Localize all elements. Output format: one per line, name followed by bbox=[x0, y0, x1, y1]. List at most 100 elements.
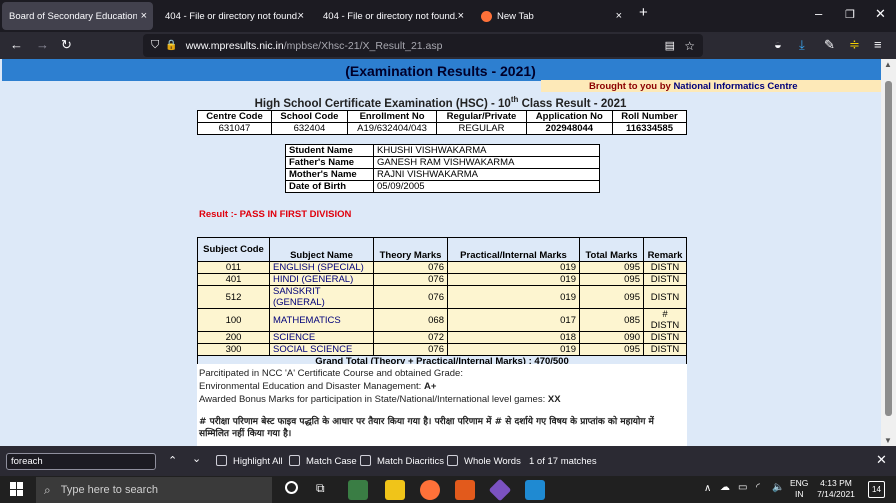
theory-marks: 076 bbox=[373, 273, 448, 286]
subject-code: 100 bbox=[197, 308, 270, 332]
extension-2-icon[interactable]: ≑ bbox=[849, 37, 860, 53]
pocket-icon[interactable]: ◒ bbox=[774, 37, 782, 53]
clock-date: 7/14/2021 bbox=[817, 489, 855, 499]
tab-new-tab[interactable]: New Tab × bbox=[474, 2, 628, 30]
whole-words-checkbox[interactable] bbox=[447, 455, 458, 466]
forward-arrow-icon[interactable]: → bbox=[36, 37, 49, 53]
vertical-scrollbar[interactable]: ▲ ▼ bbox=[881, 59, 896, 446]
tab-title: Board of Secondary Education, Mad bbox=[9, 10, 137, 22]
windows-taskbar: ⌕ Type here to search ⧉ ∧ ☁ ▭ ◜ 🔈 ENG IN… bbox=[0, 476, 896, 503]
scroll-up-icon[interactable]: ▲ bbox=[884, 60, 892, 69]
tray-overflow-icon[interactable]: ∧ bbox=[704, 483, 711, 494]
remark: DISTN bbox=[643, 331, 687, 344]
restore-icon[interactable]: ❐ bbox=[845, 8, 855, 21]
language-indicator[interactable]: ENG IN bbox=[790, 478, 808, 500]
father-name-label: Father's Name bbox=[285, 156, 374, 169]
find-next-icon[interactable]: ⌄ bbox=[192, 452, 201, 465]
tab-404-1[interactable]: 404 - File or directory not found. × bbox=[158, 2, 310, 30]
col-remark: Remark bbox=[643, 237, 687, 262]
bonus-note: Awarded Bonus Marks for participation in… bbox=[199, 393, 685, 406]
col-total-marks: Total Marks bbox=[579, 237, 644, 262]
practical-marks: 019 bbox=[447, 273, 580, 286]
student-name-label: Student Name bbox=[285, 144, 374, 157]
menu-hamburger-icon[interactable]: ≡ bbox=[874, 37, 882, 53]
match-case-label[interactable]: Match Case bbox=[306, 456, 357, 467]
highlight-all-checkbox[interactable] bbox=[216, 455, 227, 466]
volume-icon[interactable]: 🔈 bbox=[772, 482, 784, 493]
taskbar-search[interactable]: ⌕ Type here to search bbox=[36, 477, 272, 503]
bookmark-star-icon[interactable]: ☆ bbox=[684, 39, 695, 53]
practical-marks: 017 bbox=[447, 308, 580, 332]
wifi-icon[interactable]: ◜ bbox=[756, 482, 760, 493]
subject-name: HINDI (GENERAL) bbox=[269, 273, 374, 286]
find-close-icon[interactable]: ✕ bbox=[876, 452, 887, 468]
find-previous-icon[interactable]: ⌃ bbox=[168, 454, 177, 467]
notification-center-icon[interactable]: 14 bbox=[868, 481, 885, 498]
whole-words-label[interactable]: Whole Words bbox=[464, 456, 521, 467]
centre-code-value: 631047 bbox=[197, 122, 272, 135]
page-content: (Examination Results - 2021) Brought to … bbox=[0, 59, 881, 446]
url-bar[interactable]: ⛉ 🔒 www.mpresults.nic.in/mpbse/Xhsc-21/X… bbox=[143, 34, 703, 57]
extension-icon[interactable]: ✎ bbox=[824, 37, 835, 53]
theory-marks: 072 bbox=[373, 331, 448, 344]
minimize-icon[interactable]: – bbox=[815, 6, 822, 21]
firefox-taskbar-icon[interactable] bbox=[420, 480, 440, 500]
credit-prefix: Brought to you by bbox=[589, 80, 674, 92]
hindi-note: # परीक्षा परिणाम बेस्ट फाइव पद्धति के आध… bbox=[199, 417, 654, 439]
sublime-app-icon[interactable] bbox=[455, 480, 475, 500]
reader-view-icon[interactable]: ▤ bbox=[665, 39, 675, 52]
lock-icon[interactable]: 🔒 bbox=[165, 40, 177, 51]
app-icon-diamond[interactable] bbox=[488, 478, 512, 502]
close-tab-icon[interactable]: × bbox=[298, 10, 304, 22]
remark: DISTN bbox=[643, 343, 687, 356]
close-tab-icon[interactable]: × bbox=[458, 10, 464, 22]
region-code: IN bbox=[794, 489, 804, 499]
find-input[interactable] bbox=[6, 453, 156, 470]
task-view-icon[interactable]: ⧉ bbox=[316, 481, 325, 496]
tab-title: 404 - File or directory not found. bbox=[323, 10, 458, 22]
shield-icon[interactable]: ⛉ bbox=[151, 39, 159, 52]
col-subject-code: Subject Code bbox=[197, 237, 270, 262]
tab-board-secondary-education[interactable]: Board of Secondary Education, Mad × bbox=[2, 2, 153, 30]
search-placeholder: Type here to search bbox=[60, 484, 158, 496]
match-case-checkbox[interactable] bbox=[289, 455, 300, 466]
tab-404-2[interactable]: 404 - File or directory not found. × bbox=[316, 2, 470, 30]
scroll-down-icon[interactable]: ▼ bbox=[884, 436, 892, 445]
downloads-icon[interactable]: ⤓ bbox=[799, 37, 805, 53]
cloud-icon[interactable]: ☁ bbox=[720, 482, 730, 493]
match-count: 1 of 17 matches bbox=[529, 456, 597, 467]
reload-icon[interactable]: ↻ bbox=[61, 37, 72, 53]
mother-name-value: RAJNI VISHWAKARMA bbox=[373, 168, 600, 181]
father-name-value: GANESH RAM VISHWAKARMA bbox=[373, 156, 600, 169]
windows-start-icon[interactable] bbox=[10, 482, 24, 496]
subject-code: 011 bbox=[197, 261, 270, 274]
new-tab-plus-icon[interactable]: + bbox=[639, 4, 648, 21]
col-subject-name: Subject Name bbox=[269, 237, 374, 262]
application-no-value: 202948044 bbox=[525, 122, 613, 135]
hsc-title-main: High School Certificate Examination (HSC… bbox=[254, 97, 511, 110]
close-tab-icon[interactable]: × bbox=[616, 10, 622, 22]
highlight-all-label[interactable]: Highlight All bbox=[233, 456, 283, 467]
back-arrow-icon[interactable]: ← bbox=[10, 37, 23, 53]
tab-title: New Tab bbox=[497, 10, 534, 22]
file-explorer-icon[interactable] bbox=[385, 480, 405, 500]
total-marks: 095 bbox=[579, 273, 644, 286]
match-diacritics-checkbox[interactable] bbox=[360, 455, 371, 466]
bonus-value: XX bbox=[547, 394, 561, 405]
cortana-icon[interactable] bbox=[285, 481, 298, 494]
match-diacritics-label[interactable]: Match Diacritics bbox=[377, 456, 444, 467]
close-tab-icon[interactable]: × bbox=[141, 10, 147, 22]
clock[interactable]: 4:13 PM 7/14/2021 bbox=[816, 478, 856, 500]
vscode-icon[interactable] bbox=[525, 480, 545, 500]
student-name-value: KHUSHI VISHWAKARMA bbox=[373, 144, 600, 157]
language-code: ENG bbox=[790, 478, 809, 488]
notepad-app-icon[interactable] bbox=[348, 480, 368, 500]
scrollbar-thumb[interactable] bbox=[885, 81, 892, 416]
tab-strip: Board of Secondary Education, Mad × 404 … bbox=[0, 0, 896, 32]
col-roll-number: Roll Number bbox=[611, 110, 688, 123]
window-close-icon[interactable]: ✕ bbox=[875, 6, 886, 22]
total-marks: 090 bbox=[579, 331, 644, 344]
table-row: 011 ENGLISH (SPECIAL) 076 019 095 DISTN bbox=[197, 261, 687, 274]
battery-icon[interactable]: ▭ bbox=[738, 482, 747, 493]
regular-private-value: REGULAR bbox=[436, 122, 527, 135]
